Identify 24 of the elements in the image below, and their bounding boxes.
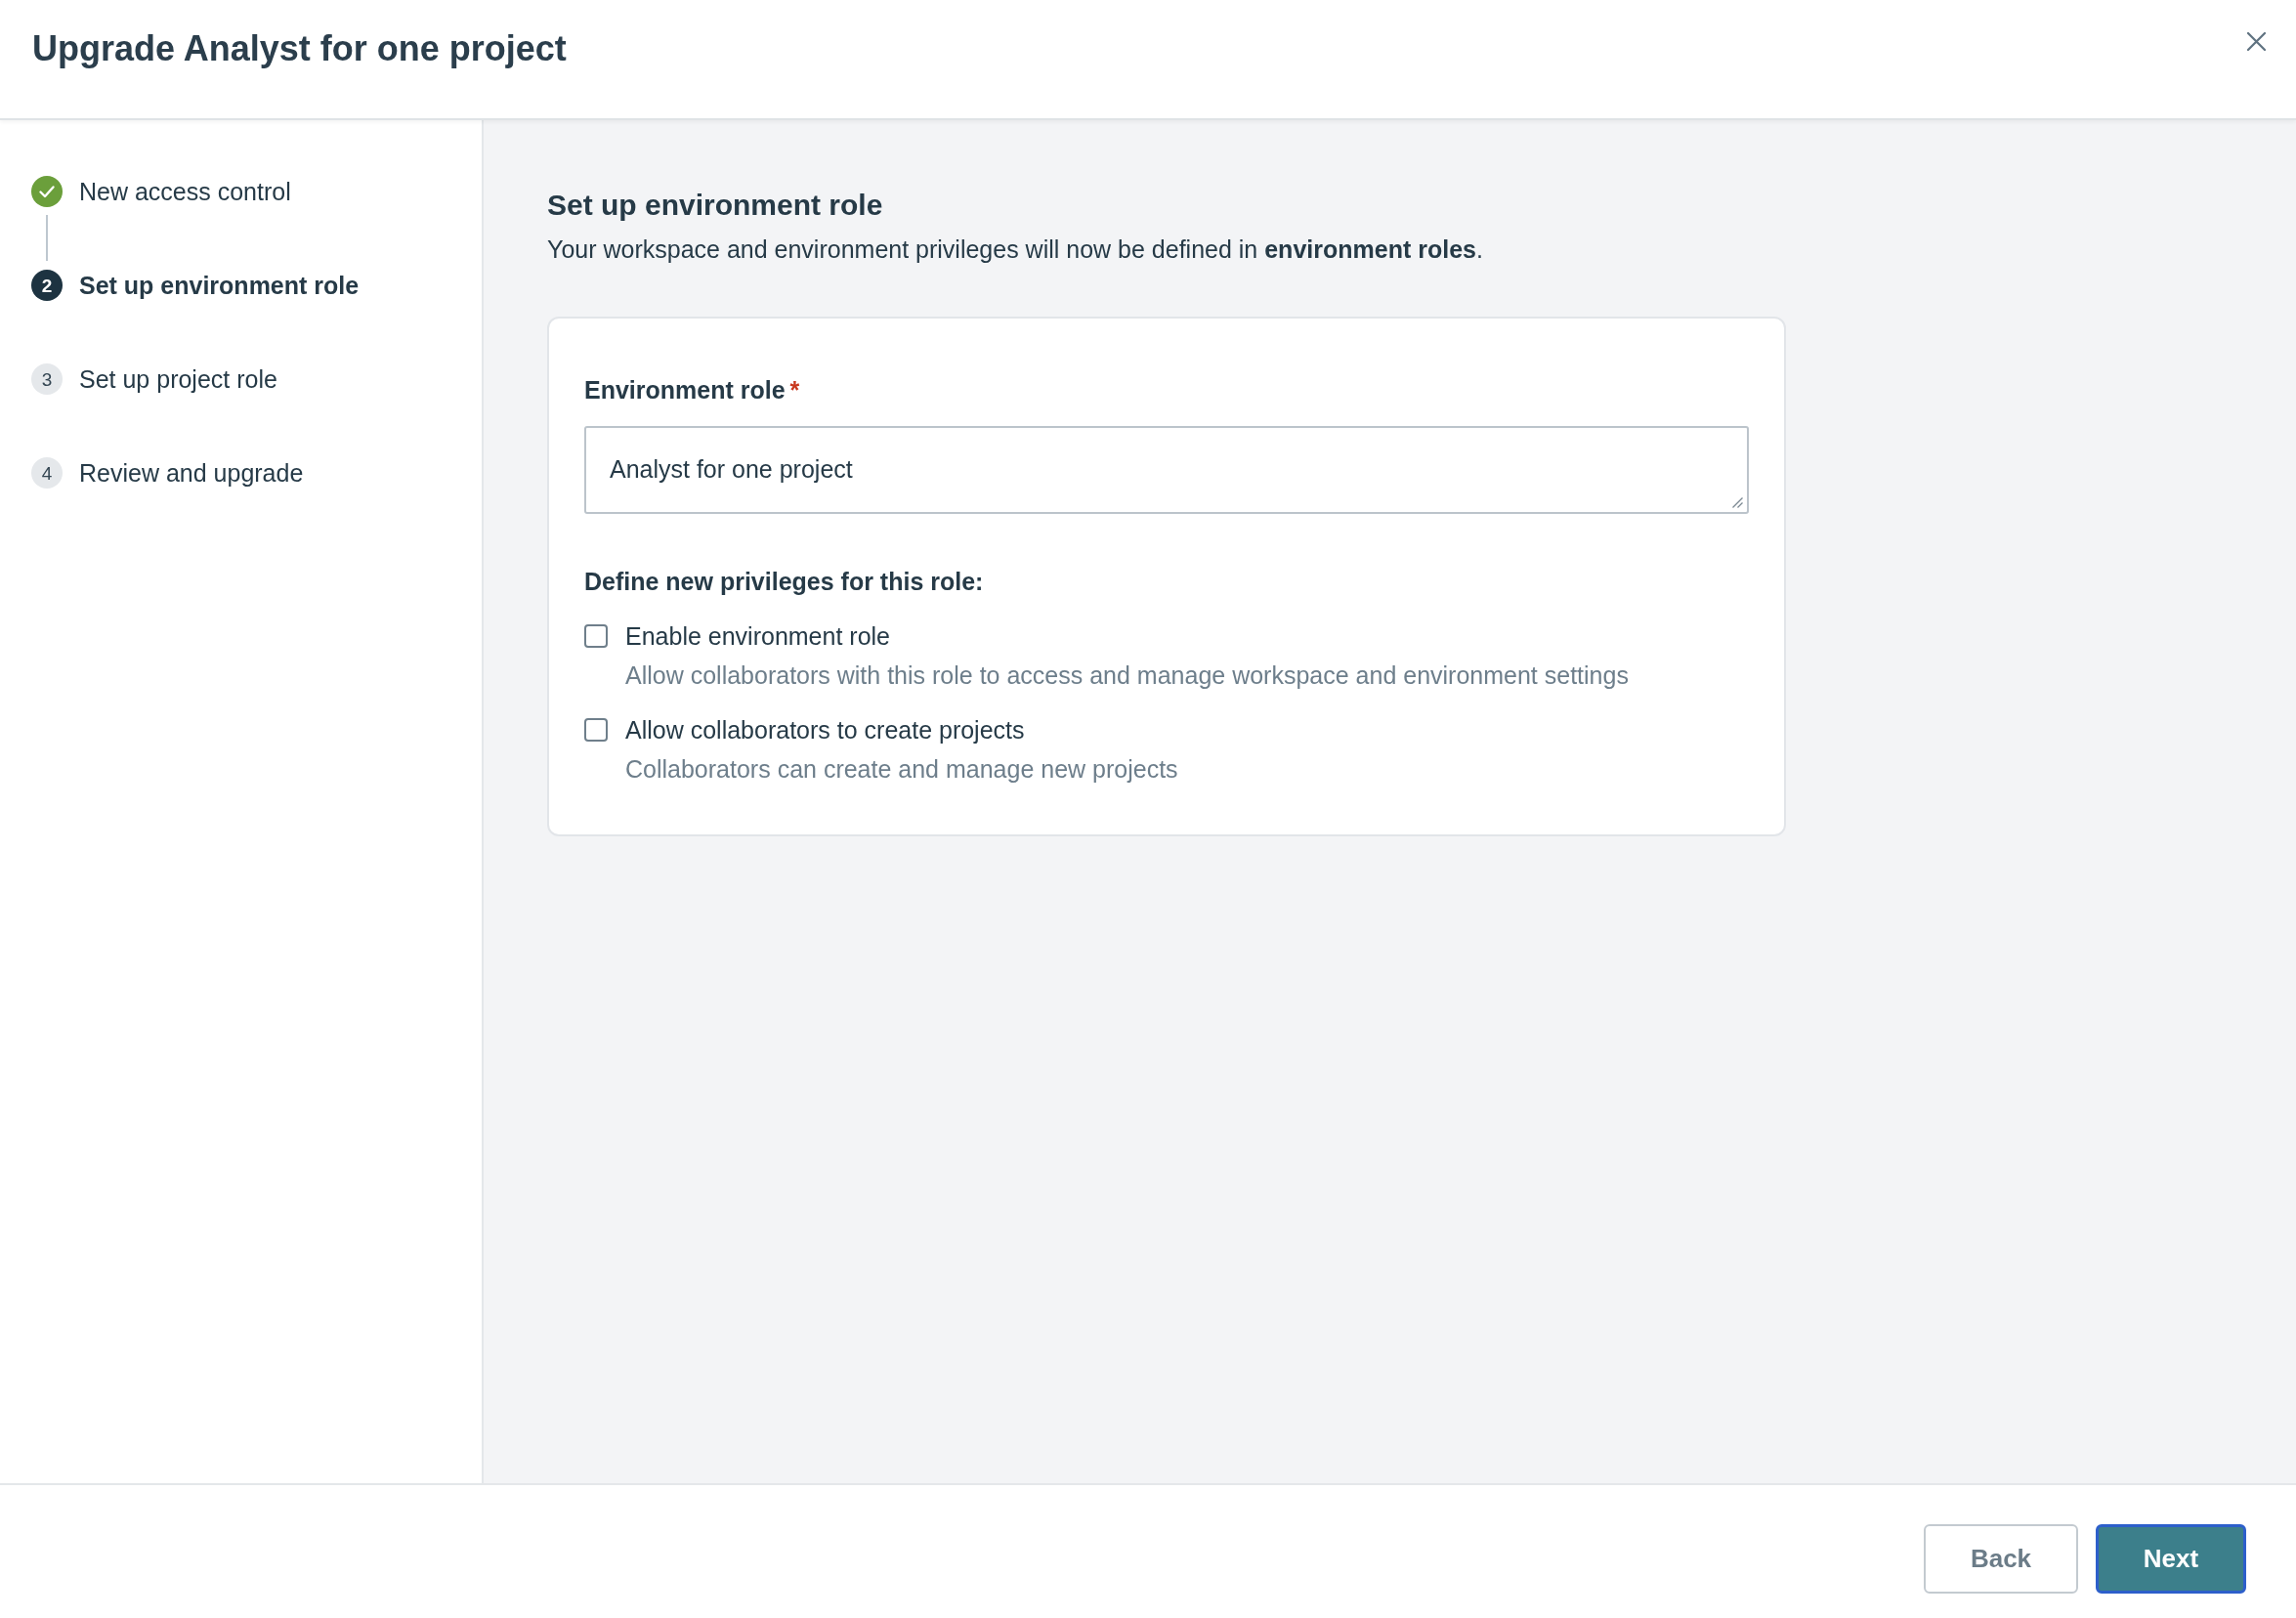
- field-label: Environment role: [584, 375, 786, 405]
- checkbox[interactable]: [584, 718, 608, 742]
- close-icon[interactable]: [2247, 32, 2266, 51]
- step-label: New access control: [79, 177, 291, 207]
- privileges-heading: Define new privileges for this role:: [584, 567, 984, 597]
- checkbox-description: Allow collaborators with this role to access and manage workspace and environment settings: [625, 660, 1629, 691]
- text-input-field[interactable]: Analyst for one project: [584, 426, 1749, 514]
- section-heading: Set up environment role: [547, 188, 883, 223]
- checkbox-label: Enable environment role: [625, 621, 890, 652]
- next-button[interactable]: Next: [2096, 1524, 2246, 1594]
- section-description: Your workspace and environment privileges will now be defined in environment roles.: [547, 234, 1483, 265]
- step-number: 4: [31, 457, 63, 489]
- back-button[interactable]: Back: [1924, 1524, 2078, 1594]
- required-mark: *: [789, 375, 800, 405]
- checkbox-description: Collaborators can create and manage new projects: [625, 754, 1178, 785]
- dialog-title: Upgrade Analyst for one project: [32, 27, 567, 70]
- checkbox-label: Allow collaborators to create projects: [625, 715, 1025, 745]
- step-label: Set up project role: [79, 364, 277, 395]
- step-number: 2: [31, 270, 63, 301]
- step-label: Review and upgrade: [79, 458, 304, 489]
- step-label: Set up environment role: [79, 271, 360, 301]
- checkbox[interactable]: [584, 624, 608, 648]
- resize-handle-icon[interactable]: [1732, 497, 1743, 508]
- step-number: 3: [31, 363, 63, 395]
